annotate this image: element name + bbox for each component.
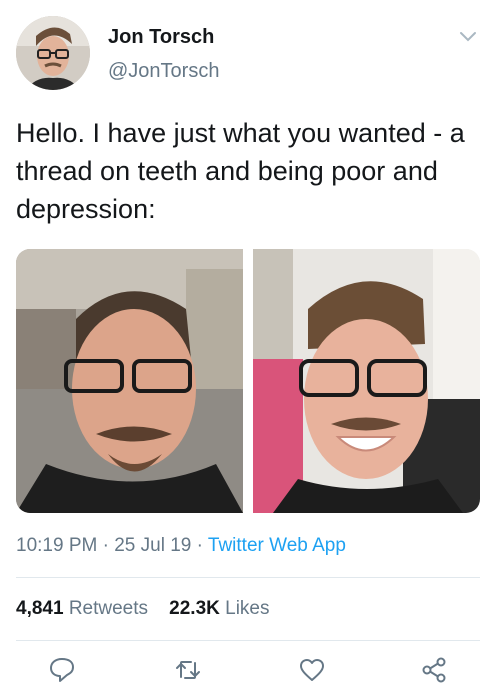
avatar[interactable] bbox=[16, 16, 90, 90]
share-icon[interactable] bbox=[419, 655, 449, 685]
chevron-down-icon[interactable] bbox=[458, 30, 478, 44]
divider bbox=[16, 640, 480, 641]
meta-separator: · bbox=[102, 535, 109, 556]
reply-icon[interactable] bbox=[47, 655, 77, 685]
tweet-time[interactable]: 10:19 PM bbox=[16, 535, 97, 556]
tweet-text: Hello. I have just what you wanted - a t… bbox=[16, 118, 465, 224]
divider bbox=[16, 577, 480, 578]
meta-separator: · bbox=[196, 535, 203, 556]
user-handle[interactable]: @JonTorsch bbox=[108, 60, 219, 83]
tweet-media[interactable] bbox=[16, 249, 480, 513]
display-name[interactable]: Jon Torsch bbox=[108, 26, 214, 49]
retweets-stat[interactable]: 4,841 Retweets bbox=[16, 598, 148, 619]
retweets-count: 4,841 bbox=[16, 598, 64, 619]
likes-count: 22.3K bbox=[169, 598, 220, 619]
tweet-stats: 4,841 Retweets 22.3K Likes bbox=[16, 598, 270, 620]
tweet-timestamp[interactable]: 10:19 PM · 25 Jul 19 · Twitter Web App bbox=[16, 535, 346, 557]
likes-label: Likes bbox=[225, 598, 270, 619]
tweet-date[interactable]: 25 Jul 19 bbox=[114, 535, 191, 556]
likes-stat[interactable]: 22.3K Likes bbox=[169, 598, 269, 619]
avatar-image bbox=[16, 16, 90, 90]
retweets-label: Retweets bbox=[68, 598, 149, 619]
action-bar bbox=[0, 655, 496, 689]
photo-image bbox=[253, 249, 480, 513]
media-photo-1[interactable] bbox=[16, 249, 243, 513]
heart-icon[interactable] bbox=[297, 655, 327, 685]
photo-image bbox=[16, 249, 243, 513]
tweet-source-link[interactable]: Twitter Web App bbox=[208, 535, 346, 556]
retweet-icon[interactable] bbox=[173, 655, 203, 685]
media-photo-2[interactable] bbox=[253, 249, 480, 513]
